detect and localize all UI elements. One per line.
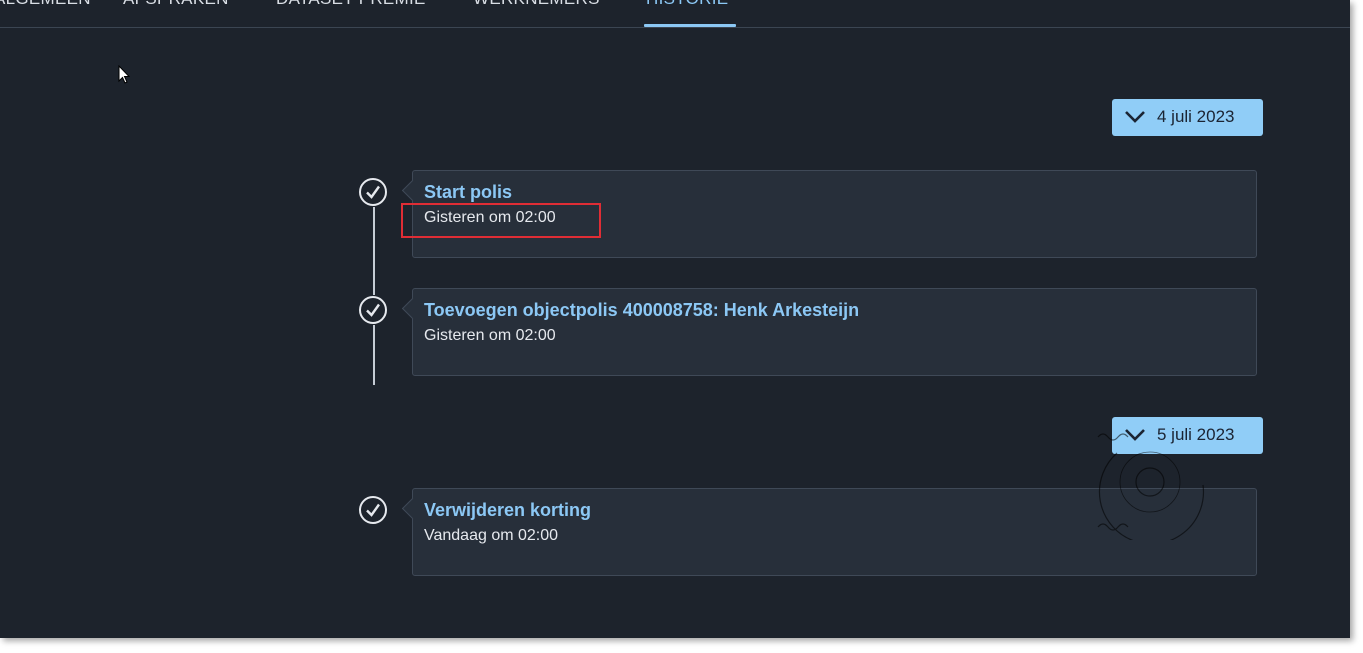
- annotation-highlight-box: [401, 203, 601, 238]
- event-title: Verwijderen korting: [424, 500, 592, 520]
- app-window: ALGEMEEN AFSPRAKEN DATASET PREMIE WERKNE…: [0, 0, 1350, 638]
- tab-werknemers[interactable]: WERKNEMERS: [473, 0, 600, 13]
- watermark-logo-icon: [1097, 433, 1205, 540]
- tab-algemeen[interactable]: ALGEMEEN: [0, 0, 91, 13]
- event-title: Toevoegen objectpolis 400008758: Henk Ar…: [424, 300, 860, 320]
- date-toggle-button[interactable]: 4 juli 2023: [1112, 99, 1263, 136]
- check-circle-icon: [358, 177, 388, 207]
- tab-dataset-premie[interactable]: DATASET PREMIE: [276, 0, 426, 13]
- mouse-cursor-icon: [118, 65, 130, 84]
- event-time: Vandaag om 02:00: [424, 527, 559, 544]
- active-tab-indicator: [644, 24, 736, 27]
- event-time: Gisteren om 02:00: [424, 327, 556, 344]
- card-pointer: [401, 297, 424, 320]
- event-title: Start polis: [424, 182, 513, 202]
- card-pointer: [401, 179, 424, 202]
- date-label: 4 juli 2023: [1157, 107, 1235, 126]
- check-circle-icon: [358, 495, 388, 525]
- tab-afspraken[interactable]: AFSPRAKEN: [123, 0, 229, 13]
- history-event-card[interactable]: Toevoegen objectpolis 400008758: Henk Ar…: [401, 288, 1257, 376]
- chevron-down-icon: [1125, 111, 1145, 123]
- card-pointer: [401, 497, 424, 520]
- tab-bar: ALGEMEEN AFSPRAKEN DATASET PREMIE WERKNE…: [0, 0, 1350, 28]
- tab-historie[interactable]: HISTORIE: [646, 0, 728, 13]
- check-circle-icon: [358, 295, 388, 325]
